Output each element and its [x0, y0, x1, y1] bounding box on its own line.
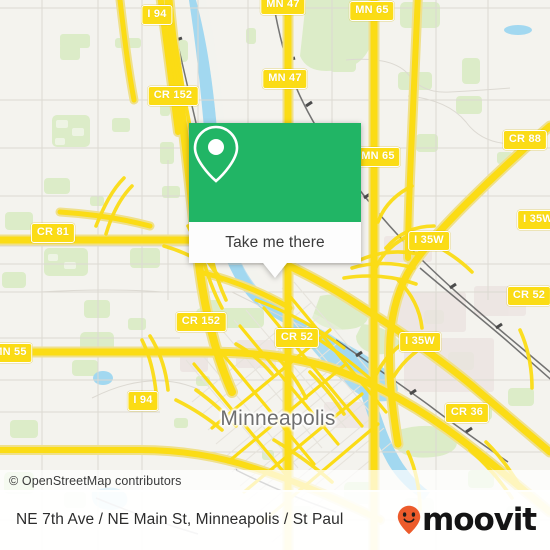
attribution-text: © OpenStreetMap contributors	[9, 474, 182, 488]
map-canvas[interactable]: I 94 MN 47 MN 65 MN 47 CR 152 CR 88 MN 6…	[0, 0, 550, 550]
road-shield-mn47-top[interactable]: MN 47	[260, 0, 306, 15]
popup-image-area	[189, 123, 361, 222]
moovit-pin-icon	[397, 505, 421, 535]
road-shield-cr152-north[interactable]: CR 152	[147, 86, 199, 106]
road-shield-cr36[interactable]: CR 36	[444, 403, 490, 423]
road-shield-mn47[interactable]: MN 47	[262, 69, 308, 89]
map-pin-icon	[193, 125, 239, 183]
road-shield-cr52-east[interactable]: CR 52	[506, 286, 550, 306]
road-shield-mn65-top[interactable]: MN 65	[349, 1, 395, 21]
road-shield-cr152[interactable]: CR 152	[175, 312, 227, 332]
city-label-minneapolis: Minneapolis	[220, 407, 336, 430]
road-shield-mn65[interactable]: MN 65	[355, 147, 401, 167]
road-shield-i35w-east[interactable]: I 35W	[517, 210, 550, 230]
road-shield-i35w-north[interactable]: I 35W	[408, 231, 450, 251]
road-shield-i94[interactable]: I 94	[127, 391, 159, 411]
station-title: NE 7th Ave / NE Main St, Minneapolis / S…	[16, 511, 344, 528]
popup-tail	[263, 263, 287, 278]
moovit-logo[interactable]: moovit	[397, 501, 550, 538]
station-popup[interactable]: Take me there	[189, 123, 361, 278]
road-shield-mn55[interactable]: MN 55	[0, 343, 33, 363]
road-shield-i35w-south[interactable]: I 35W	[399, 332, 441, 352]
take-me-there-button[interactable]: Take me there	[189, 222, 361, 263]
take-me-there-label: Take me there	[225, 233, 325, 251]
road-shield-cr88[interactable]: CR 88	[502, 130, 548, 150]
moovit-station-map-card: I 94 MN 47 MN 65 MN 47 CR 152 CR 88 MN 6…	[0, 0, 550, 550]
footer-bar: NE 7th Ave / NE Main St, Minneapolis / S…	[0, 490, 550, 550]
road-shield-cr52[interactable]: CR 52	[274, 328, 320, 348]
road-shield-i94-north[interactable]: I 94	[141, 5, 173, 25]
moovit-wordmark: moovit	[422, 501, 537, 538]
road-shield-cr81[interactable]: CR 81	[30, 223, 76, 243]
map-attribution: © OpenStreetMap contributors	[0, 470, 550, 492]
